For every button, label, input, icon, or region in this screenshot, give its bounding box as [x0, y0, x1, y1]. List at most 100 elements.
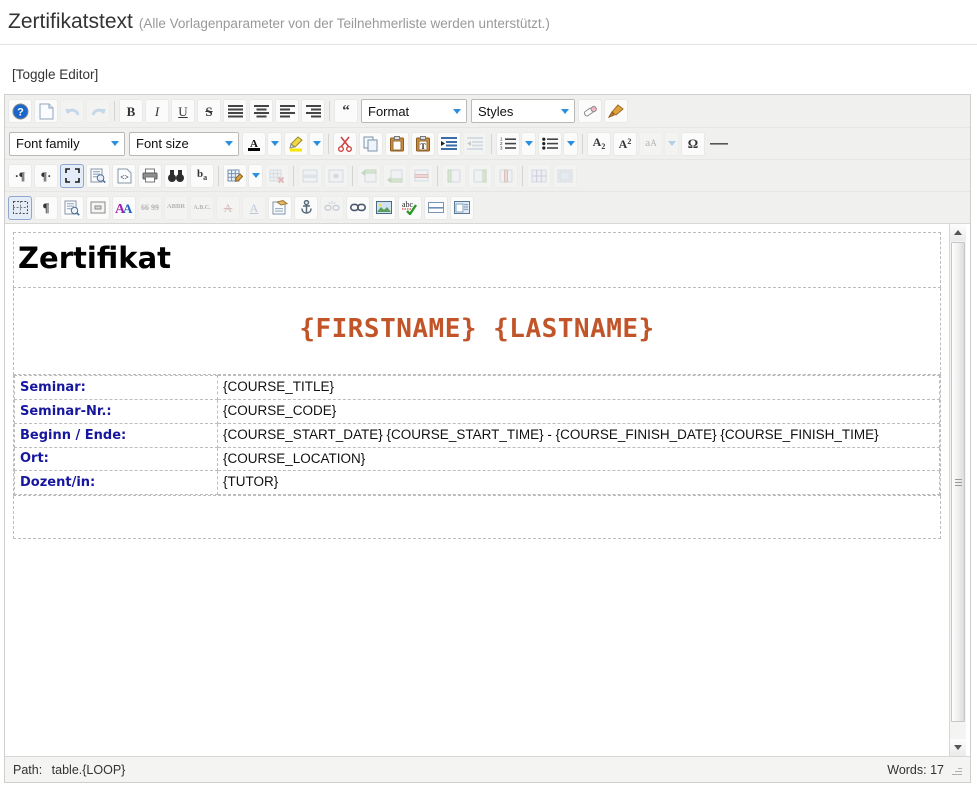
format-select[interactable]: Format — [361, 99, 467, 123]
text-color-icon[interactable]: A — [242, 131, 266, 156]
scrollbar-track[interactable] — [950, 241, 966, 739]
delete-row-icon[interactable] — [409, 163, 433, 188]
split-cells-icon[interactable] — [527, 163, 551, 188]
align-left-icon[interactable] — [275, 99, 299, 123]
toolbar-separator — [328, 133, 329, 154]
fullscreen-icon[interactable] — [60, 163, 84, 188]
acronym-icon[interactable]: A.B.C. — [190, 195, 214, 220]
path-indicator: Path: table.{LOOP} — [13, 763, 131, 777]
remove-format-icon[interactable] — [578, 99, 602, 123]
ltr-direction-icon[interactable]: ·¶ — [8, 163, 32, 188]
print-icon[interactable] — [138, 163, 162, 188]
svg-text:3: 3 — [500, 145, 503, 150]
numbered-list-icon[interactable]: 123 — [496, 131, 520, 156]
scrollbar-thumb[interactable] — [951, 242, 965, 722]
path-value[interactable]: table.{LOOP} — [52, 763, 126, 777]
new-document-icon[interactable] — [34, 99, 58, 123]
table-row: Seminar: {COURSE_TITLE} Seminar-Nr.: {CO… — [13, 373, 941, 497]
horizontal-rule-icon[interactable] — [707, 132, 731, 156]
styles-select[interactable]: Styles — [471, 99, 575, 123]
detail-value: {COURSE_START_DATE} {COURSE_START_TIME} … — [217, 422, 940, 448]
bold-icon[interactable]: B — [119, 99, 143, 123]
copy-icon[interactable] — [359, 131, 383, 156]
delete-table-icon[interactable] — [265, 163, 289, 188]
bulleted-list-dropdown[interactable] — [563, 131, 578, 156]
table-icon[interactable] — [223, 163, 247, 188]
scroll-up-button[interactable] — [950, 224, 966, 241]
editor-scrollbar[interactable] — [949, 224, 966, 756]
indent-decrease-icon[interactable] — [463, 131, 487, 156]
svg-text:<>: <> — [120, 174, 128, 181]
highlight-color-icon[interactable] — [284, 131, 308, 156]
unlink-icon[interactable] — [320, 195, 344, 220]
editor-status-bar: Path: table.{LOOP} Words: 17 — [5, 756, 970, 782]
search-replace-icon[interactable]: ba — [190, 163, 214, 188]
toolbar-separator — [114, 101, 115, 121]
page-break-icon[interactable] — [86, 195, 110, 220]
insert-row-after-icon[interactable] — [383, 163, 407, 188]
text-color-dropdown[interactable] — [267, 131, 282, 156]
toolbar-separator — [329, 101, 330, 121]
underline-icon[interactable]: U — [171, 99, 195, 123]
redo-icon[interactable] — [86, 99, 110, 123]
highlight-color-dropdown[interactable] — [309, 131, 324, 156]
styles-format-icon[interactable]: AA — [112, 195, 136, 220]
special-character-icon[interactable]: Ω — [681, 131, 705, 156]
toggle-editor-link[interactable]: [Toggle Editor] — [12, 67, 98, 82]
align-center-icon[interactable] — [249, 99, 273, 123]
table-cell-properties-icon[interactable] — [324, 163, 348, 188]
insert-column-before-icon[interactable] — [442, 163, 466, 188]
blockquote-icon[interactable]: “ — [334, 99, 358, 123]
insert-text-icon[interactable]: A — [242, 195, 266, 220]
insert-horizontal-rule-icon[interactable] — [424, 195, 448, 220]
align-justify-icon[interactable] — [223, 99, 247, 123]
resize-handle-icon[interactable] — [950, 764, 962, 776]
insert-row-before-icon[interactable] — [357, 163, 381, 188]
path-label: Path: — [13, 762, 43, 777]
about-icon[interactable]: ? — [8, 99, 32, 123]
spellcheck-icon[interactable]: abc — [398, 195, 422, 220]
subscript-icon[interactable]: A2 — [587, 131, 611, 156]
change-case-icon[interactable]: aA — [639, 131, 663, 156]
insert-note-icon[interactable] — [268, 195, 292, 220]
change-case-dropdown[interactable] — [664, 131, 679, 156]
align-right-icon[interactable] — [301, 99, 325, 123]
insert-column-after-icon[interactable] — [468, 163, 492, 188]
source-code-icon[interactable]: <> — [112, 163, 136, 188]
delete-text-icon[interactable]: A — [216, 195, 240, 220]
merge-cells-icon[interactable] — [553, 163, 577, 188]
citation-icon[interactable]: 66 99 — [138, 195, 162, 220]
detail-value: {COURSE_TITLE} — [217, 374, 940, 400]
paint-format-icon[interactable] — [604, 99, 628, 123]
strikethrough-icon[interactable]: S — [197, 99, 221, 123]
search-icon[interactable] — [164, 163, 188, 188]
undo-icon[interactable] — [60, 99, 84, 123]
font-size-select-value: Font size — [136, 136, 189, 151]
bulleted-list-icon[interactable] — [538, 131, 562, 156]
insert-layer-icon[interactable] — [450, 195, 474, 220]
font-size-select[interactable]: Font size — [129, 131, 239, 156]
link-icon[interactable] — [346, 195, 370, 220]
indent-increase-icon[interactable] — [437, 131, 461, 156]
italic-icon[interactable]: I — [145, 99, 169, 123]
insert-image-icon[interactable] — [372, 195, 396, 220]
scroll-down-button[interactable] — [950, 739, 966, 756]
cut-icon[interactable] — [333, 131, 357, 156]
template-icon[interactable] — [60, 195, 84, 220]
superscript-icon[interactable]: A2 — [613, 131, 637, 156]
abbreviation-icon[interactable]: ABBR — [164, 195, 188, 220]
editable-document[interactable]: Zertifikat {FIRSTNAME} {LASTNAME} Semina… — [5, 224, 949, 756]
paste-as-text-icon[interactable]: T — [411, 131, 435, 156]
anchor-icon[interactable] — [294, 195, 318, 220]
rtl-direction-icon[interactable]: ¶· — [34, 163, 58, 188]
delete-column-icon[interactable] — [494, 163, 518, 188]
show-borders-icon[interactable] — [8, 195, 32, 220]
paste-icon[interactable] — [385, 131, 409, 156]
font-family-select[interactable]: Font family — [9, 131, 125, 156]
preview-icon[interactable] — [86, 163, 110, 188]
numbered-list-dropdown[interactable] — [521, 131, 536, 156]
show-invisible-characters-icon[interactable]: ¶ — [34, 195, 58, 220]
table-row-properties-icon[interactable] — [298, 163, 322, 188]
table-dropdown[interactable] — [248, 163, 263, 188]
chevron-down-icon — [106, 132, 124, 155]
